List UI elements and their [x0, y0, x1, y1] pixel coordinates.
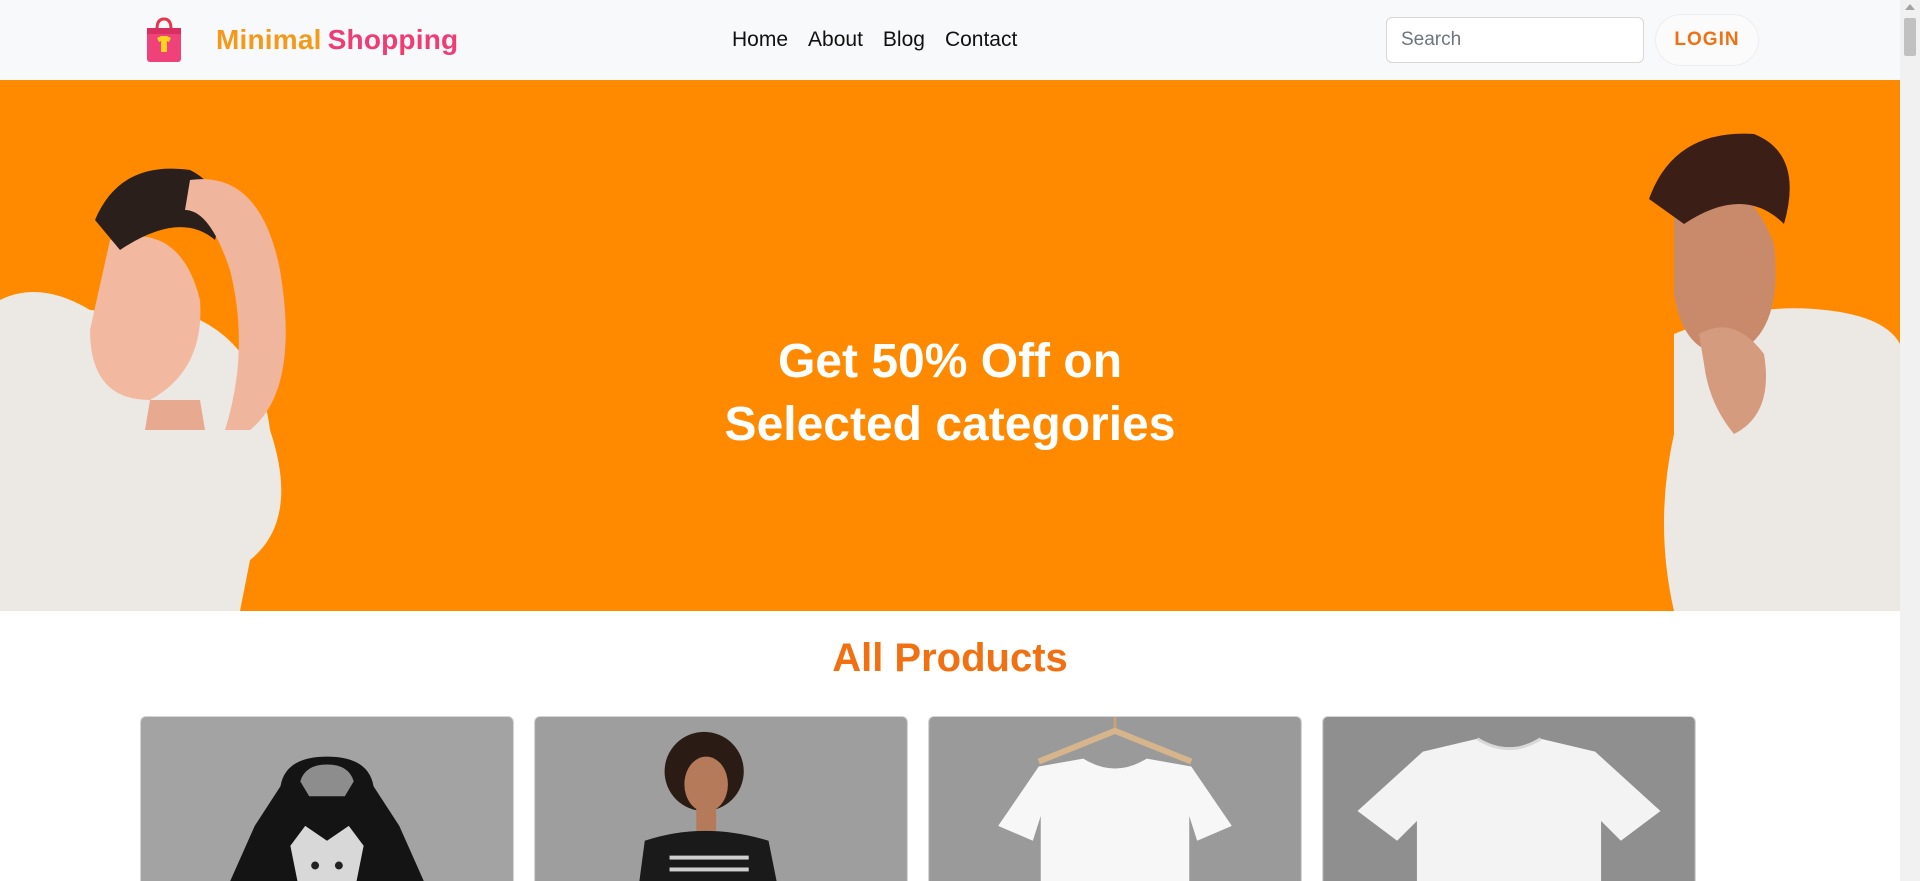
product-card[interactable]	[140, 716, 514, 881]
brand-logo-link[interactable]: Minimal Shopping	[144, 14, 458, 66]
product-image-white-tshirt-flat	[1323, 717, 1695, 881]
hero-headline: Get 50% Off on Selected categories	[650, 330, 1250, 456]
hero-model-right-image	[1649, 133, 1900, 611]
scroll-up-arrow-icon[interactable]	[1905, 4, 1915, 10]
nav-home-link[interactable]: Home	[732, 24, 788, 56]
navbar: Minimal Shopping Home About Blog Contact …	[0, 0, 1900, 81]
scrollbar-thumb[interactable]	[1904, 18, 1916, 56]
brand-name: Minimal Shopping	[216, 24, 458, 56]
nav-contact-link[interactable]: Contact	[945, 24, 1017, 56]
product-image-woman-tshirt	[535, 717, 907, 881]
login-button[interactable]: LOGIN	[1655, 14, 1759, 66]
hero-headline-line2: Selected categories	[724, 398, 1176, 451]
page: Minimal Shopping Home About Blog Contact …	[0, 0, 1900, 881]
product-grid	[140, 716, 1696, 881]
hero-model-left-image	[0, 168, 286, 611]
product-card[interactable]	[534, 716, 908, 881]
products-section-title: All Products	[832, 636, 1068, 680]
nav-about-link[interactable]: About	[808, 24, 863, 56]
page-scrollbar[interactable]	[1900, 0, 1920, 881]
product-image-hoodie	[141, 717, 513, 881]
product-image-white-tshirt-hanger	[929, 717, 1301, 881]
product-card[interactable]	[1322, 716, 1696, 881]
nav-blog-link[interactable]: Blog	[883, 24, 925, 56]
brand-name-part1: Minimal	[216, 24, 322, 55]
hero-headline-line1: Get 50% Off on	[777, 335, 1123, 388]
search-input[interactable]	[1386, 17, 1644, 63]
product-card[interactable]	[928, 716, 1302, 881]
shopping-bag-icon	[147, 17, 181, 62]
hero-banner: Get 50% Off on Selected categories	[0, 80, 1900, 611]
brand-name-part2: Shopping	[327, 24, 459, 55]
main-nav: Home About Blog Contact	[732, 24, 1017, 56]
